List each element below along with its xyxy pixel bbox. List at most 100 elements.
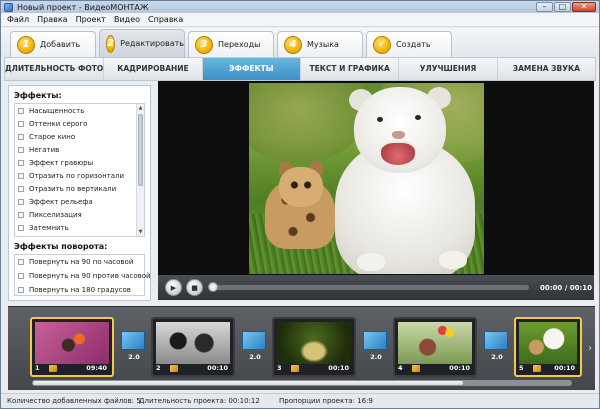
checkbox[interactable] [18, 120, 24, 127]
tab-sound-replace[interactable]: ЗАМЕНА ЗВУКА [498, 58, 595, 80]
transition-2[interactable]: 2.0 [240, 331, 270, 365]
rotation-item[interactable]: Повернуть на 90 против часовой [15, 269, 151, 283]
effect-label: Старое кино [29, 132, 76, 141]
clip-4[interactable]: 4 00:10 [393, 317, 477, 377]
lion-cub-eye [415, 115, 421, 120]
seek-bar[interactable] [208, 282, 529, 292]
menu-project[interactable]: Проект [72, 15, 110, 24]
step-edit[interactable]: 2 Редактировать [99, 29, 185, 57]
effect-item[interactable]: Эффект гравюры [15, 156, 144, 169]
clip-duration: 00:10 [328, 364, 349, 372]
checkbox[interactable] [18, 211, 24, 218]
stop-icon[interactable]: ■ [186, 279, 203, 296]
effect-item[interactable]: Отразить по горизонтали [15, 169, 144, 182]
menu-file[interactable]: Файл [3, 15, 33, 24]
timeline-scrollbar[interactable] [32, 380, 572, 386]
play-icon[interactable]: ▶ [165, 279, 182, 296]
video-editor-window: Новый проект - ВидеоМОНТАЖ – □ ✕ Файл Пр… [0, 0, 600, 409]
close-button[interactable]: ✕ [572, 2, 596, 12]
pencil-icon[interactable] [412, 364, 420, 372]
checkbox[interactable] [18, 273, 24, 279]
checkbox[interactable] [18, 198, 24, 205]
step-number-badge: 1 [17, 35, 35, 54]
effect-item[interactable]: Отразить по вертикали [15, 182, 144, 195]
effect-item[interactable]: Пикселизация [15, 208, 144, 221]
pencil-icon[interactable] [49, 364, 57, 372]
tab-enhancements[interactable]: УЛУЧШЕНИЯ [399, 58, 498, 80]
effect-label: Отразить по вертикали [29, 184, 117, 193]
checkbox[interactable] [18, 185, 24, 192]
transition-icon [363, 331, 387, 350]
scrollbar-thumb[interactable] [138, 114, 143, 186]
clip-number: 4 [398, 364, 403, 372]
clip-info: 5 00:10 [519, 363, 577, 373]
step-number-badge: 3 [195, 35, 213, 54]
tab-photo-duration[interactable]: ДЛИТЕЛЬНОСТЬ ФОТО [5, 58, 105, 80]
status-bar: Количество добавленных файлов: 5 Длитель… [1, 393, 599, 408]
chevron-right-icon[interactable]: › [588, 343, 592, 354]
checkbox[interactable] [18, 259, 24, 265]
checkbox[interactable] [18, 224, 24, 231]
checkbox[interactable] [18, 107, 24, 114]
title-bar: Новый проект - ВидеоМОНТАЖ – □ ✕ [1, 1, 599, 13]
scroll-down-icon[interactable]: ▼ [137, 228, 144, 236]
effect-item[interactable]: Негатив [15, 143, 144, 156]
tab-crop[interactable]: КАДРИРОВАНИЕ [104, 58, 203, 80]
menu-edit[interactable]: Правка [33, 15, 71, 24]
clip-5[interactable]: 5 00:10 [514, 317, 582, 377]
effect-item[interactable]: Оттенки серого [15, 117, 144, 130]
step-transitions[interactable]: 3 Переходы [188, 31, 274, 57]
effect-item[interactable]: Эффект рельефа [15, 195, 144, 208]
clip-row: 1 09:40 2.0 2 00:10 2.0 3 00:10 2.0 4 00… [8, 317, 595, 379]
pencil-icon[interactable] [533, 364, 541, 372]
step-create[interactable]: ✓ Создать [366, 31, 452, 57]
checkbox[interactable] [18, 172, 24, 179]
clip-duration: 09:40 [86, 364, 107, 372]
timeline-scroll-thumb[interactable] [33, 381, 463, 385]
clip-1[interactable]: 1 09:40 [30, 317, 114, 377]
rotation-item[interactable]: Повернуть на 180 градусов [15, 283, 144, 297]
transition-icon [484, 331, 508, 350]
checkbox[interactable] [18, 133, 24, 140]
clip-duration: 00:10 [449, 364, 470, 372]
effect-label: Затемнить [29, 223, 69, 232]
effect-label: Отразить по горизонтали [29, 171, 125, 180]
lion-cub-eye [377, 117, 383, 122]
video-preview[interactable] [158, 81, 594, 275]
effect-item[interactable]: Насыщенность [15, 104, 144, 117]
rotation-effects-list: Повернуть на 90 по часовой Повернуть на … [14, 254, 151, 297]
transition-1[interactable]: 2.0 [119, 331, 149, 365]
checkbox[interactable] [18, 146, 24, 153]
step-music[interactable]: 4 Музыка [277, 31, 363, 57]
pencil-icon[interactable] [291, 364, 299, 372]
transition-duration: 2.0 [249, 353, 261, 361]
clip-3[interactable]: 3 00:10 [272, 317, 356, 377]
clip-duration: 00:10 [554, 364, 575, 372]
pencil-icon[interactable] [170, 364, 178, 372]
minimize-button[interactable]: – [536, 2, 553, 12]
checkbox[interactable] [18, 159, 24, 166]
clip-thumbnail-forest-path [277, 322, 351, 364]
maximize-button[interactable]: □ [554, 2, 571, 12]
workflow-steps: 1 Добавить 2 Редактировать 3 Переходы 4 … [1, 28, 599, 57]
tab-effects[interactable]: ЭФФЕКТЫ [202, 58, 301, 80]
clip-info: 1 09:40 [35, 363, 109, 373]
transition-4[interactable]: 2.0 [482, 331, 512, 365]
clip-duration: 00:10 [207, 364, 228, 372]
transition-duration: 2.0 [370, 353, 382, 361]
tab-text-graphics[interactable]: ТЕКСТ И ГРАФИКА [301, 58, 400, 80]
effects-scrollbar[interactable]: ▲ ▼ [136, 104, 144, 236]
step-add[interactable]: 1 Добавить [10, 31, 96, 57]
menu-help[interactable]: Справка [144, 15, 187, 24]
effect-item[interactable]: Затемнить [15, 221, 144, 234]
checkbox[interactable] [18, 287, 24, 293]
timeline-strip: 1 09:40 2.0 2 00:10 2.0 3 00:10 2.0 4 00… [8, 306, 595, 390]
clip-2[interactable]: 2 00:10 [151, 317, 235, 377]
seek-knob[interactable] [208, 282, 218, 292]
menu-video[interactable]: Видео [110, 15, 144, 24]
effect-item[interactable]: Старое кино [15, 130, 144, 143]
transition-3[interactable]: 2.0 [361, 331, 391, 365]
effect-label: Эффект рельефа [29, 197, 93, 206]
rotation-item[interactable]: Повернуть на 90 по часовой [15, 255, 144, 269]
scroll-up-icon[interactable]: ▲ [137, 104, 144, 112]
